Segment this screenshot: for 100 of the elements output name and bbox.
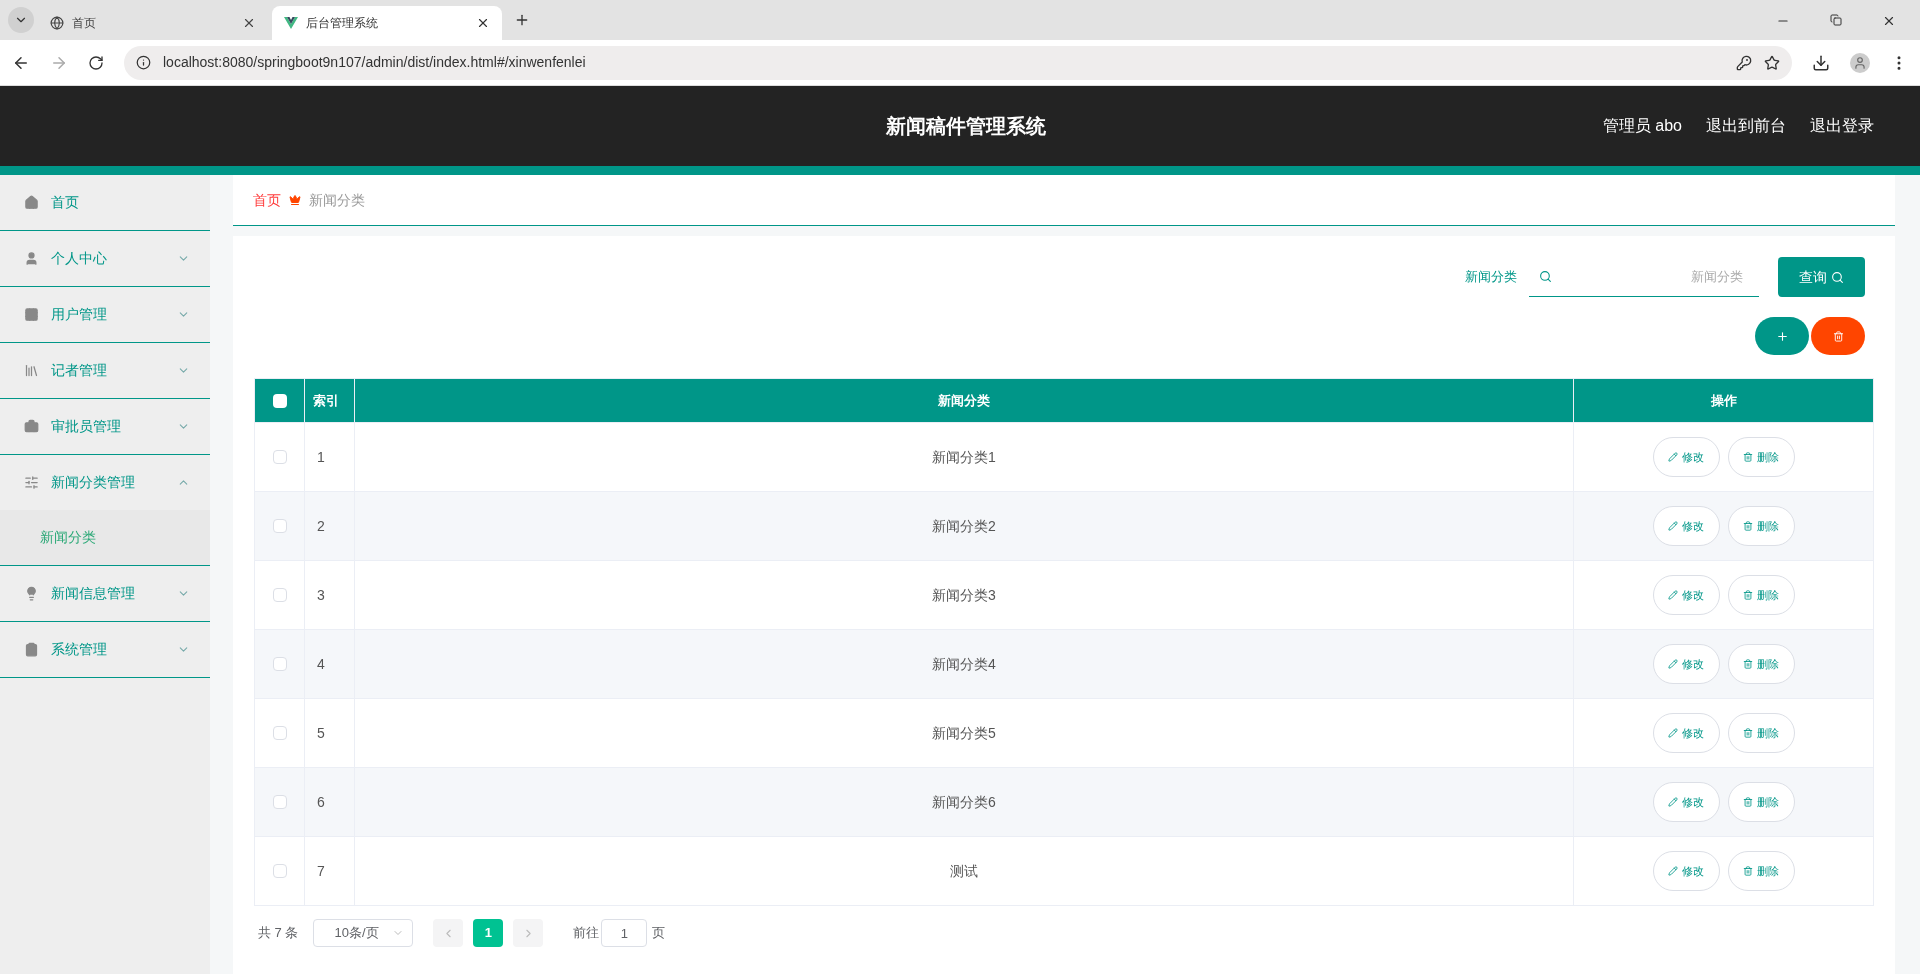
add-button[interactable] [1755, 317, 1809, 355]
table-cell-text: 新闻分类4 [932, 654, 996, 674]
checkbox[interactable] [272, 450, 287, 464]
sliders-icon [24, 475, 39, 490]
checkbox[interactable] [272, 588, 287, 602]
checkbox[interactable] [272, 795, 287, 809]
delete-button[interactable]: 删除 [1727, 575, 1795, 615]
sidebar-subitem[interactable]: 新闻分类 [0, 510, 210, 565]
index-cell-text: 3 [317, 585, 325, 605]
delete-button[interactable]: 删除 [1727, 644, 1795, 684]
search-field[interactable]: 新闻分类 [1529, 257, 1759, 297]
trash-icon [1743, 866, 1753, 876]
edit-button[interactable]: 修改 [1652, 437, 1720, 477]
trash-icon [1743, 728, 1753, 738]
edit-button[interactable]: 修改 [1652, 575, 1720, 615]
home-icon [24, 195, 39, 210]
sidebar-item[interactable]: 个人中心 [0, 231, 210, 286]
trash-icon [1743, 659, 1753, 669]
breadcrumb-item: 新闻分类 [309, 190, 365, 210]
checkbox[interactable] [272, 864, 287, 878]
page-size-select[interactable]: 10条/页 [313, 919, 414, 947]
table-cell-text: 新闻分类6 [932, 792, 996, 812]
reload-icon[interactable] [88, 54, 104, 71]
index-cell-text: 6 [317, 792, 325, 812]
column-header: 操作 [1709, 391, 1738, 410]
tab-title: 后台管理系统 [306, 15, 379, 32]
table-cell-text: 新闻分类5 [932, 723, 996, 743]
page-button[interactable]: 1 [473, 919, 504, 947]
search-icon [1831, 270, 1844, 284]
lightbulb-icon [24, 586, 39, 601]
trash-icon [1832, 330, 1844, 342]
restore-icon[interactable] [1830, 14, 1842, 26]
edit-button[interactable]: 修改 [1652, 644, 1720, 684]
star-icon[interactable] [1764, 54, 1780, 71]
close-icon[interactable] [1882, 14, 1896, 28]
index-cell-text: 1 [317, 447, 325, 467]
search-icon [1539, 270, 1552, 283]
download-icon[interactable] [1812, 53, 1830, 72]
page-suffix: 页 [652, 924, 666, 943]
close-icon[interactable] [476, 16, 490, 30]
sidebar-item[interactable]: 新闻分类管理 [0, 455, 210, 510]
header-link[interactable]: 管理员 abo [1602, 114, 1682, 138]
index-cell-text: 5 [317, 723, 325, 743]
key-icon[interactable] [1736, 54, 1752, 71]
edit-button[interactable]: 修改 [1652, 713, 1720, 753]
app-title: 新闻稿件管理系统 [886, 114, 1046, 139]
briefcase-icon [24, 419, 39, 434]
browser-tab[interactable]: 首页 [38, 6, 268, 40]
tab-list-button[interactable] [8, 7, 34, 33]
index-cell-text: 2 [317, 516, 325, 536]
pencil-icon [1668, 797, 1678, 807]
delete-button[interactable]: 删除 [1727, 713, 1795, 753]
sidebar-item[interactable]: 用户管理 [0, 287, 210, 342]
tab-title: 首页 [72, 15, 97, 32]
sidebar-item[interactable]: 系统管理 [0, 622, 210, 677]
checkbox[interactable] [272, 657, 287, 671]
url-text: localhost:8080/springboot9n107/admin/dist/index.html#/xinwenfenlei [163, 53, 587, 72]
sidebar-item[interactable]: 首页 [0, 175, 210, 230]
trash-icon [1743, 797, 1753, 807]
search-button[interactable]: 查询 [1778, 257, 1865, 297]
page-input[interactable]: 1 [601, 919, 648, 947]
close-icon[interactable] [242, 16, 256, 30]
browser-tab[interactable]: 后台管理系统 [272, 6, 502, 40]
breadcrumb-item[interactable]: 首页 [253, 189, 281, 211]
edit-button[interactable]: 修改 [1652, 506, 1720, 546]
pencil-icon [1668, 728, 1678, 738]
edit-button[interactable]: 修改 [1652, 782, 1720, 822]
edit-button[interactable]: 修改 [1652, 851, 1720, 891]
clipboard-icon [24, 642, 39, 657]
sidebar-item[interactable]: 记者管理 [0, 343, 210, 398]
trash-icon [1743, 590, 1753, 600]
trash-icon [1743, 452, 1753, 462]
header-link[interactable]: 退出登录 [1810, 114, 1874, 138]
table-cell-text: 新闻分类2 [932, 516, 996, 536]
globe-icon [50, 16, 64, 30]
header-link[interactable]: 退出到前台 [1706, 114, 1786, 138]
info-icon [136, 55, 151, 70]
pencil-icon [1668, 521, 1678, 531]
delete-button[interactable] [1811, 317, 1865, 355]
books-icon [24, 363, 39, 378]
address-bar[interactable]: localhost:8080/springboot9n107/admin/dist/index.html#/xinwenfenlei [124, 45, 1792, 80]
sidebar-item[interactable]: 审批员管理 [0, 399, 210, 454]
delete-button[interactable]: 删除 [1727, 506, 1795, 546]
plus-icon [1775, 329, 1789, 343]
crown-icon [289, 194, 301, 206]
new-tab-icon[interactable] [514, 12, 530, 28]
checkbox[interactable] [272, 393, 287, 408]
delete-button[interactable]: 删除 [1727, 782, 1795, 822]
profile-icon[interactable] [1850, 52, 1870, 73]
person-icon [24, 251, 39, 266]
sidebar-item[interactable]: 新闻信息管理 [0, 566, 210, 621]
index-cell-text: 7 [317, 861, 325, 881]
checkbox[interactable] [272, 726, 287, 740]
pencil-icon [1668, 452, 1678, 462]
delete-button[interactable]: 删除 [1727, 851, 1795, 891]
pencil-icon [1668, 866, 1678, 876]
total-count: 共 7 条 [258, 924, 299, 943]
checkbox[interactable] [272, 519, 287, 533]
v-logo-icon [284, 17, 298, 29]
delete-button[interactable]: 删除 [1727, 437, 1795, 477]
